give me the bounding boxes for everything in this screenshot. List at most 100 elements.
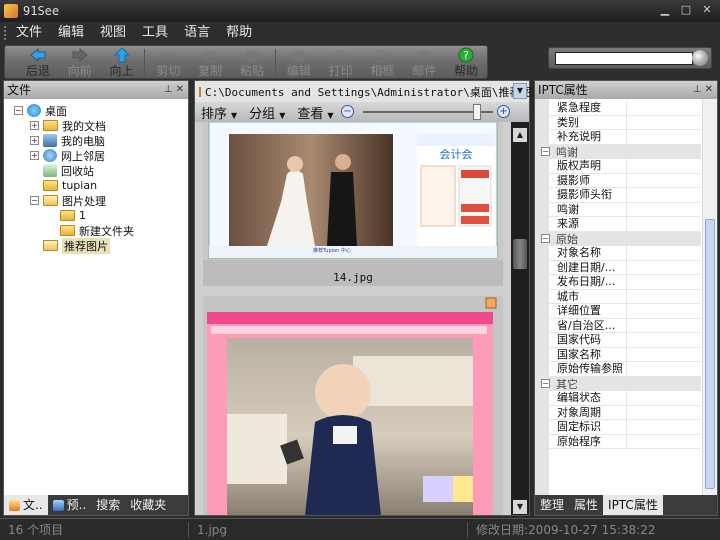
collapse-icon[interactable]: − — [541, 379, 550, 389]
back-button[interactable]: 后退 — [17, 45, 59, 79]
property-row[interactable]: 类别 — [535, 115, 701, 130]
search-input[interactable] — [555, 52, 693, 65]
scroll-thumb[interactable] — [513, 239, 527, 269]
pin-icon[interactable]: ⊥ — [693, 84, 702, 95]
thumbnail-card[interactable]: 会计会 推荐Tupian 中心 14.jpg — [203, 122, 503, 286]
property-row[interactable]: 补充说明 — [535, 130, 701, 145]
property-row[interactable]: 紧急程度 — [535, 101, 701, 116]
print-button[interactable]: ⎙ 打印 — [320, 45, 362, 79]
property-row[interactable]: 国家名称 — [535, 347, 701, 362]
thumbnail-card[interactable] — [203, 296, 503, 515]
zoom-in-icon[interactable]: + — [497, 105, 510, 118]
pin-icon[interactable]: ⊥ — [164, 84, 173, 95]
sort-menu[interactable]: 排序 ▼ — [201, 103, 237, 122]
collapse-icon[interactable]: − — [30, 196, 39, 205]
property-row[interactable]: 原始程序 — [535, 434, 701, 449]
close-icon[interactable]: ✕ — [176, 84, 184, 95]
tab-search[interactable]: 搜索 — [91, 495, 125, 515]
sort-label: 排序 — [201, 106, 228, 122]
property-row[interactable]: 鸣谢 — [535, 202, 701, 217]
property-row[interactable]: 省/自治区... — [535, 318, 701, 333]
property-row[interactable]: 对象名称 — [535, 246, 701, 261]
view-menu[interactable]: 查看 ▼ — [297, 103, 333, 122]
tab-properties[interactable]: 属性 — [569, 495, 603, 515]
property-row[interactable]: 对象周期 — [535, 405, 701, 420]
close-button[interactable]: ✕ — [698, 3, 716, 18]
collapse-icon[interactable]: − — [541, 234, 550, 244]
tree-item-folder-1[interactable]: 1 — [60, 208, 86, 223]
property-category[interactable]: − 其它 — [535, 376, 701, 391]
property-scrollbar[interactable] — [702, 99, 717, 495]
edit-button[interactable]: ▣ 编辑 — [278, 45, 320, 79]
tree-item-label: 推荐图片 — [62, 237, 110, 254]
collapse-icon[interactable]: − — [541, 147, 550, 157]
thumbnail-scrollbar[interactable]: ▲ ▼ — [511, 122, 529, 515]
menu-file[interactable]: 文件 — [8, 22, 50, 44]
path-bar[interactable]: C:\Documents and Settings\Administrator\… — [195, 81, 543, 102]
folder-icon — [60, 210, 75, 221]
tab-favorites[interactable]: 收藏夹 — [125, 495, 171, 515]
tab-files[interactable]: 文.. — [4, 495, 48, 515]
property-row[interactable]: 版权声明 — [535, 159, 701, 174]
menu-edit[interactable]: 编辑 — [50, 22, 92, 44]
collapse-icon[interactable]: − — [14, 106, 23, 115]
title-bar: 91See ▁ □ ✕ — [0, 0, 720, 22]
minimize-button[interactable]: ▁ — [656, 3, 674, 18]
property-row[interactable]: 摄影师头衔 — [535, 188, 701, 203]
close-icon[interactable]: ✕ — [705, 84, 713, 95]
copy-button[interactable]: ▤ 复制 — [189, 45, 231, 79]
up-button[interactable]: 向上 — [101, 45, 143, 79]
property-row[interactable]: 发布日期/... — [535, 275, 701, 290]
expand-icon[interactable]: + — [30, 121, 39, 130]
mail-button[interactable]: ✉ 邮件 — [403, 45, 445, 79]
property-row[interactable]: 编辑状态 — [535, 391, 701, 406]
maximize-button[interactable]: □ — [677, 3, 695, 18]
menu-tools[interactable]: 工具 — [134, 22, 176, 44]
tree-item-image-processing[interactable]: − 图片处理 — [30, 193, 106, 208]
tree-item-tupian[interactable]: tupian — [43, 178, 97, 193]
property-row[interactable]: 原始传输参照 — [535, 362, 701, 377]
zoom-out-icon[interactable]: − — [341, 105, 354, 118]
expand-icon[interactable]: + — [30, 151, 39, 160]
property-name: 发布日期/... — [557, 275, 627, 289]
tree-item-recycle-bin[interactable]: 回收站 — [43, 163, 94, 178]
paste-button[interactable]: ▦ 粘贴 — [231, 45, 273, 79]
help-button[interactable]: ? 帮助 — [445, 45, 487, 79]
tree-item-my-documents[interactable]: + 我的文档 — [30, 118, 106, 133]
zoom-slider-thumb[interactable] — [473, 104, 482, 120]
property-row[interactable]: 来源 — [535, 217, 701, 232]
property-row[interactable]: 创建日期/... — [535, 260, 701, 275]
menu-help[interactable]: 帮助 — [218, 22, 260, 44]
property-category[interactable]: − 鸣谢 — [535, 144, 701, 159]
tree-item-new-folder[interactable]: 新建文件夹 — [60, 223, 134, 238]
property-row[interactable]: 详细位置 — [535, 304, 701, 319]
path-dropdown-icon[interactable]: ▼ — [513, 83, 527, 99]
group-menu[interactable]: 分组 ▼ — [249, 103, 285, 122]
scroll-down-icon[interactable]: ▼ — [513, 500, 527, 514]
tree-item-my-computer[interactable]: + 我的电脑 — [30, 133, 105, 148]
tab-files-label: 文.. — [23, 498, 43, 512]
scroll-thumb[interactable] — [705, 219, 715, 489]
property-row[interactable]: 城市 — [535, 289, 701, 304]
property-row[interactable]: 摄影师 — [535, 173, 701, 188]
property-name: 摄影师 — [557, 173, 627, 187]
property-category[interactable]: − 原始 — [535, 231, 701, 246]
frame-button[interactable]: ▢ 相框 — [362, 45, 404, 79]
search-icon[interactable] — [692, 50, 708, 66]
tab-organize[interactable]: 整理 — [535, 495, 569, 515]
menu-view[interactable]: 视图 — [92, 22, 134, 44]
scroll-up-icon[interactable]: ▲ — [513, 128, 527, 142]
property-name: 原始程序 — [557, 434, 627, 448]
tab-iptc-properties[interactable]: IPTC属性 — [603, 495, 663, 515]
tree-item-label: tupian — [62, 179, 98, 192]
cut-button[interactable]: ✂ 剪切 — [147, 45, 189, 79]
tree-item-network[interactable]: + 网上邻居 — [30, 148, 105, 163]
tree-item-desktop[interactable]: − 桌面 — [14, 103, 67, 118]
property-row[interactable]: 国家代码 — [535, 333, 701, 348]
expand-icon[interactable]: + — [30, 136, 39, 145]
menu-language[interactable]: 语言 — [176, 22, 218, 44]
tab-preview[interactable]: 预.. — [48, 495, 92, 515]
property-row[interactable]: 固定标识 — [535, 420, 701, 435]
forward-button[interactable]: 向前 — [59, 45, 101, 79]
tree-item-recommended-images[interactable]: 推荐图片 — [43, 237, 110, 254]
